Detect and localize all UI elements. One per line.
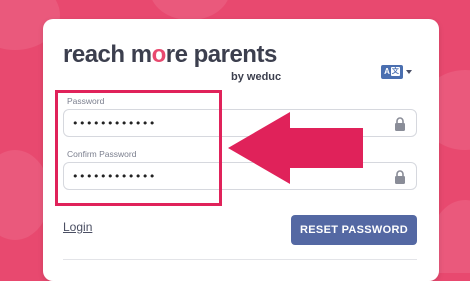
lock-icon — [395, 170, 405, 184]
password-fields-highlight-box — [55, 90, 222, 206]
translate-icon: A文 — [381, 64, 403, 79]
divider — [63, 259, 417, 260]
logo-wordmark: reach more parents — [63, 41, 277, 68]
reach-more-parents-logo: reach more parents by weduc — [63, 41, 303, 97]
logo-subtext: by weduc — [231, 71, 282, 83]
login-link[interactable]: Login — [63, 220, 92, 234]
lock-icon — [395, 117, 405, 131]
chevron-down-icon — [406, 69, 412, 74]
pointer-arrow-icon — [228, 112, 363, 184]
language-switcher[interactable]: A文 — [381, 64, 412, 79]
logo-accent-letter: o — [151, 41, 167, 68]
reset-password-button[interactable]: RESET PASSWORD — [291, 215, 417, 245]
